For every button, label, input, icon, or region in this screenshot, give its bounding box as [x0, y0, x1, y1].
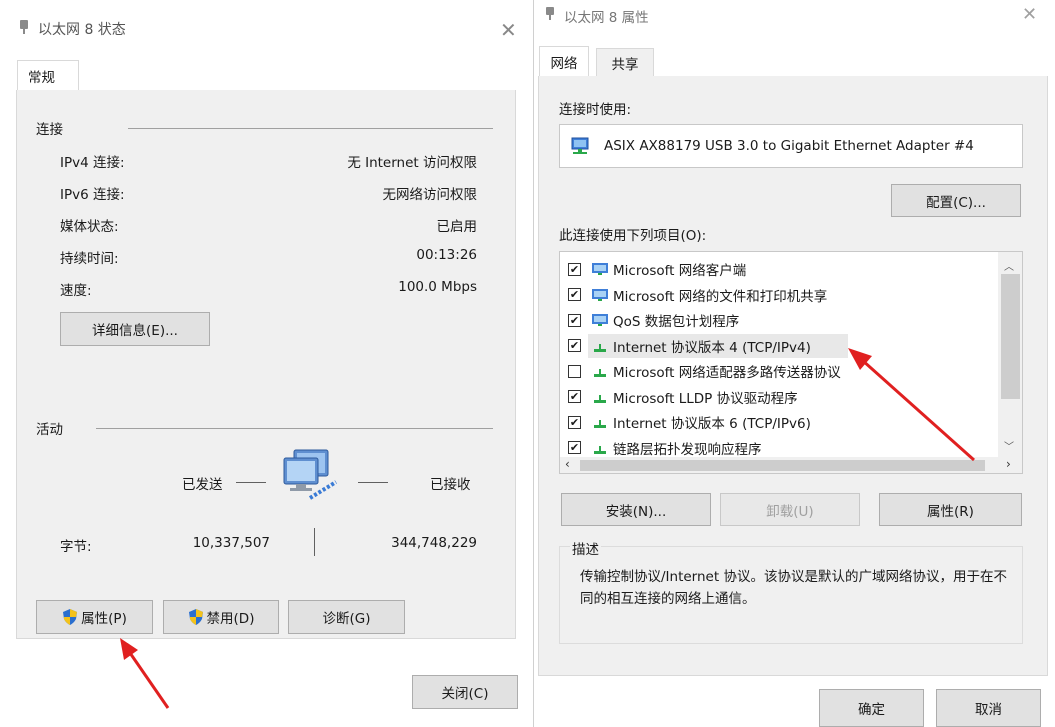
annotation-arrows [120, 348, 975, 709]
arrow-to-properties-button [120, 638, 170, 709]
arrow-to-ipv4-item [848, 348, 975, 462]
